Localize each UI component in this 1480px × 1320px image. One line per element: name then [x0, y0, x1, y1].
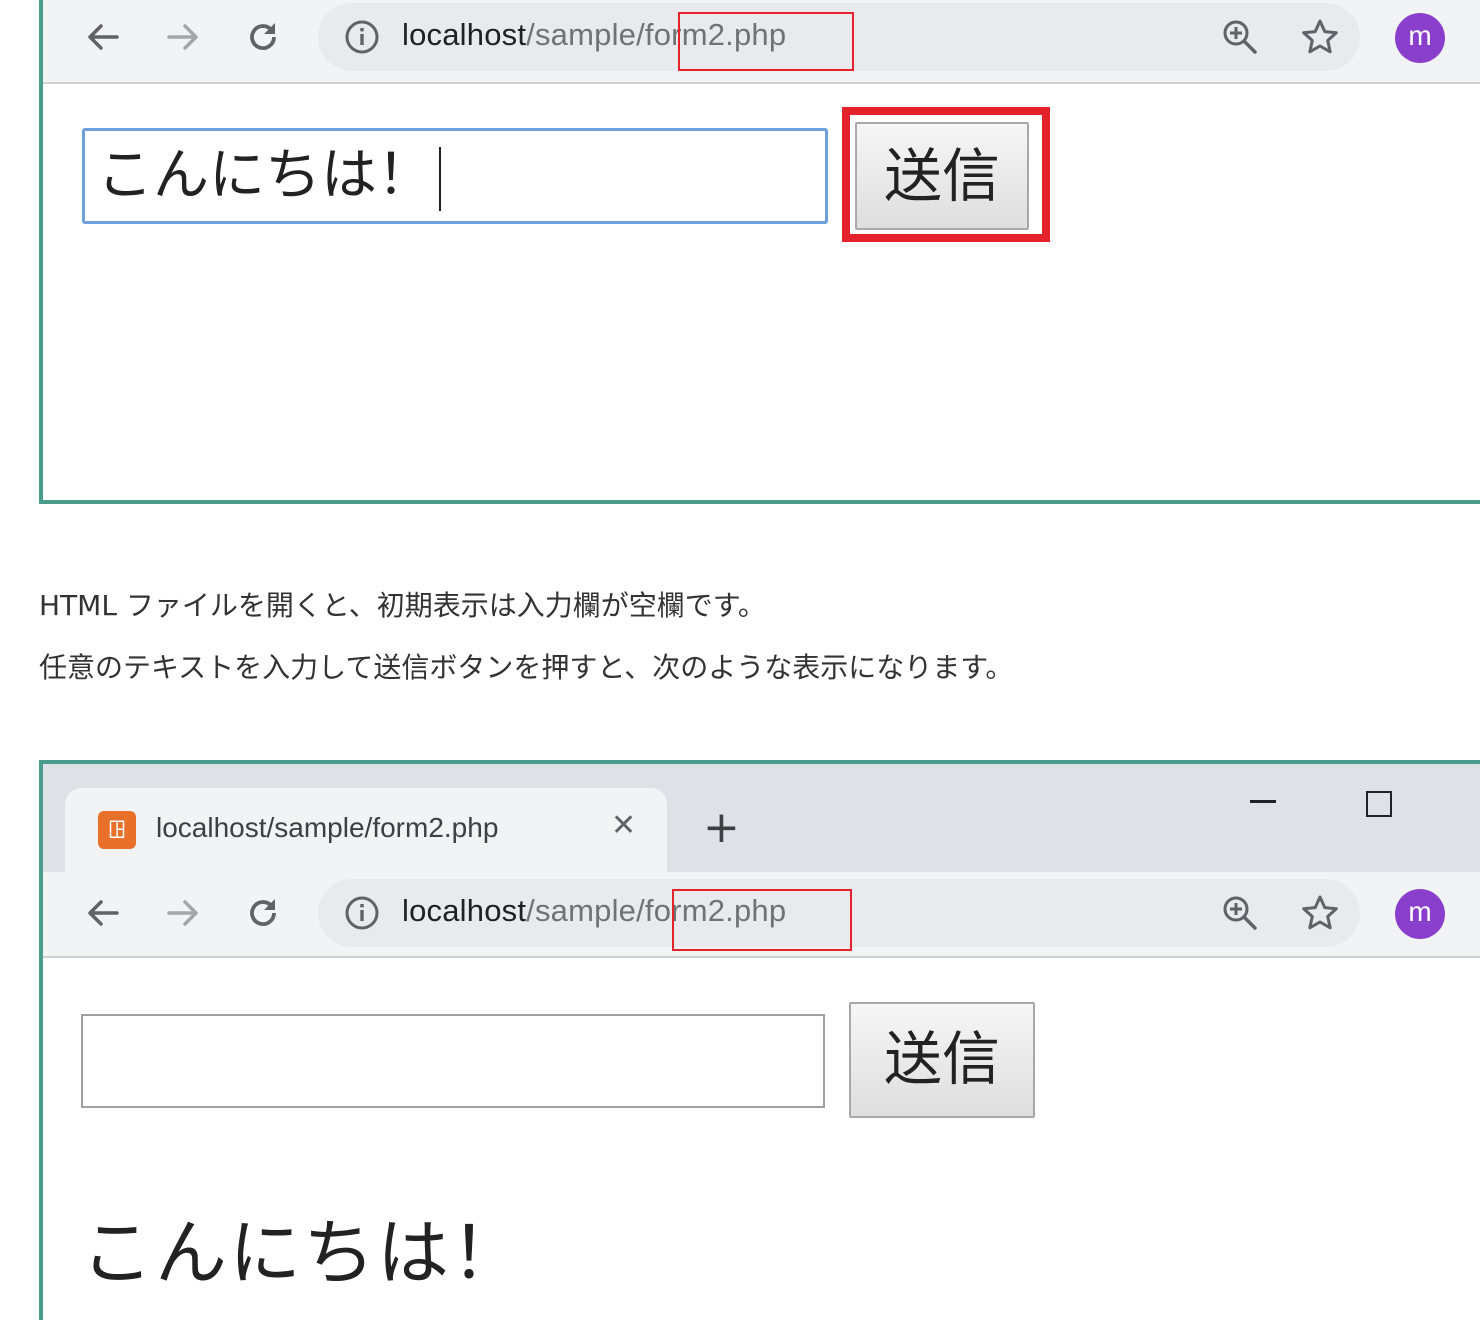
- input-value: こんにちは！: [97, 143, 433, 208]
- text-caret: [439, 146, 441, 211]
- minimize-icon[interactable]: [1250, 800, 1276, 803]
- forward-arrow-icon[interactable]: [161, 891, 205, 935]
- browser-toolbar: localhost/sample/form2.php m: [43, 872, 1480, 958]
- url-highlight-box: [672, 889, 852, 951]
- bookmark-star-icon[interactable]: [1300, 17, 1340, 57]
- text-input[interactable]: こんにちは！: [82, 128, 828, 224]
- profile-avatar[interactable]: m: [1395, 13, 1445, 63]
- browser-screenshot-top: localhost/sample/form2.php m こんにちは！ 送信: [39, 0, 1480, 504]
- back-arrow-icon[interactable]: [81, 15, 125, 59]
- submit-button[interactable]: 送信: [855, 122, 1029, 230]
- text-input[interactable]: [81, 1014, 825, 1108]
- submit-button[interactable]: 送信: [849, 1002, 1035, 1118]
- xampp-favicon-icon: ꖸ: [98, 811, 136, 849]
- browser-tab[interactable]: ꖸ localhost/sample/form2.php ✕: [65, 788, 667, 872]
- close-tab-icon[interactable]: ✕: [611, 808, 636, 843]
- reload-icon[interactable]: [241, 891, 285, 935]
- echoed-output-text: こんにちは！: [81, 1211, 526, 1295]
- reload-icon[interactable]: [241, 15, 285, 59]
- zoom-icon[interactable]: [1220, 17, 1260, 57]
- info-icon[interactable]: [344, 19, 380, 55]
- url-host: localhost: [402, 893, 527, 928]
- browser-screenshot-bottom: ꖸ localhost/sample/form2.php ✕ + localho…: [39, 760, 1480, 1320]
- forward-arrow-icon[interactable]: [161, 15, 205, 59]
- info-icon[interactable]: [344, 895, 380, 931]
- tab-strip: ꖸ localhost/sample/form2.php ✕ +: [43, 764, 1480, 872]
- url-host: localhost: [402, 17, 527, 52]
- explanation-paragraph: 任意のテキストを入力して送信ボタンを押すと、次のような表示になります。: [39, 651, 1014, 684]
- explanation-paragraph: HTML ファイルを開くと、初期表示は入力欄が空欄です。: [39, 589, 766, 622]
- tab-title: localhost/sample/form2.php: [156, 812, 499, 843]
- maximize-icon[interactable]: [1366, 791, 1392, 817]
- browser-toolbar: localhost/sample/form2.php m: [43, 0, 1480, 84]
- url-highlight-box: [678, 12, 854, 71]
- profile-avatar[interactable]: m: [1395, 889, 1445, 939]
- zoom-icon[interactable]: [1220, 893, 1260, 933]
- bookmark-star-icon[interactable]: [1300, 893, 1340, 933]
- new-tab-icon[interactable]: +: [703, 806, 740, 850]
- back-arrow-icon[interactable]: [81, 891, 125, 935]
